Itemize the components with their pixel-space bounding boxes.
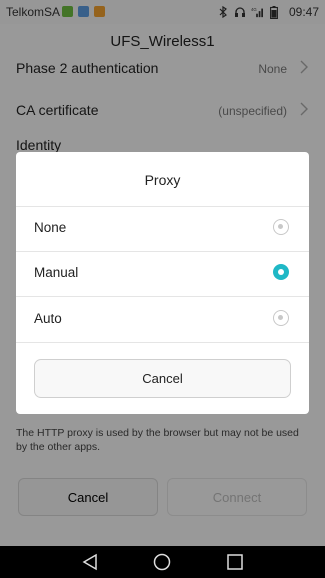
option-label: Manual bbox=[34, 265, 79, 280]
navigation-bar bbox=[0, 546, 325, 578]
dialog-cancel-button[interactable]: Cancel bbox=[34, 359, 291, 398]
divider bbox=[16, 342, 309, 343]
proxy-dialog: Proxy None Manual Auto Cancel bbox=[16, 152, 309, 414]
recents-icon[interactable] bbox=[226, 553, 244, 571]
proxy-option-auto[interactable]: Auto bbox=[16, 297, 309, 342]
option-label: Auto bbox=[34, 311, 62, 326]
dialog-title: Proxy bbox=[144, 172, 181, 188]
back-icon[interactable] bbox=[81, 553, 99, 571]
option-label: None bbox=[34, 220, 67, 235]
proxy-option-manual[interactable]: Manual bbox=[16, 251, 309, 296]
radio-button[interactable] bbox=[273, 310, 289, 326]
proxy-option-none[interactable]: None bbox=[16, 206, 309, 251]
home-icon[interactable] bbox=[153, 553, 171, 571]
radio-button-selected[interactable] bbox=[273, 264, 289, 280]
radio-button[interactable] bbox=[273, 219, 289, 235]
